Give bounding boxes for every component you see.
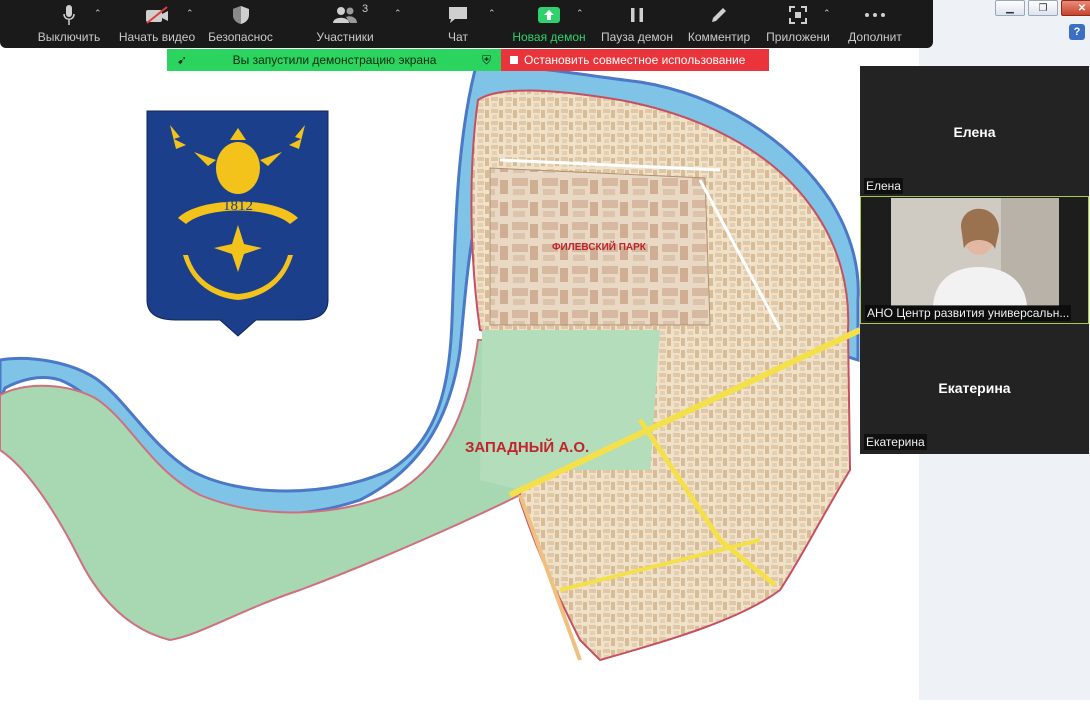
video-off-icon [145, 0, 169, 30]
security-button[interactable]: Безопаснос [207, 0, 274, 48]
sharing-status-text: Вы запустили демонстрацию экрана [232, 53, 437, 67]
start-video-label: Начать видео [118, 30, 196, 44]
shared-map: ФИЛЕВСКИЙ ПАРК ЗАПАДНЫЙ А.О. 1812 [0, 64, 862, 700]
share-screen-icon [537, 0, 561, 30]
annotate-label: Комментир [687, 30, 751, 44]
pause-share-label: Пауза демон [601, 30, 673, 44]
participant-tile-video[interactable]: АНО Центр развития универсальн... [860, 196, 1089, 324]
annotate-button[interactable]: Комментир [686, 0, 752, 48]
shield-check-icon: ⛨ [481, 52, 491, 67]
apps-label: Приложени [766, 30, 830, 44]
stop-square-icon [510, 56, 518, 64]
start-video-button[interactable]: Начать видео [118, 0, 196, 48]
question-icon: ? [1073, 26, 1081, 38]
participants-count: 3 [362, 3, 369, 15]
more-label: Дополнит [848, 30, 902, 44]
participant-name-label: АНО Центр развития универсальн... [865, 305, 1072, 321]
participants-icon [332, 0, 358, 30]
meeting-toolbar: Выключить ⌃ Начать видео ⌃ Безопаснос Уч… [0, 0, 933, 48]
shield-icon [232, 0, 250, 30]
pause-icon [629, 0, 645, 30]
apps-options-chevron-icon[interactable]: ⌃ [823, 8, 831, 19]
chat-options-chevron-icon[interactable]: ⌃ [488, 8, 496, 19]
apps-icon [788, 0, 808, 30]
participant-name-label: Елена [864, 178, 903, 194]
participant-name-label: Екатерина [864, 434, 927, 450]
microphone-icon [62, 0, 76, 30]
more-button[interactable]: Дополнит [846, 0, 904, 48]
window-controls: ▁ ❐ ✕ [995, 0, 1090, 16]
participants-options-chevron-icon[interactable]: ⌃ [394, 8, 402, 19]
district-label: ЗАПАДНЫЙ А.О. [465, 438, 589, 456]
stop-share-button[interactable]: Остановить совместное использование [501, 49, 769, 71]
help-button[interactable]: ? [1069, 24, 1085, 40]
new-share-label: Новая демон [512, 30, 586, 44]
mute-label: Выключить [37, 30, 101, 44]
pause-share-button[interactable]: Пауза демон [600, 0, 674, 48]
share-options-chevron-icon[interactable]: ⌃ [576, 8, 584, 19]
apps-button[interactable]: Приложени [764, 0, 832, 48]
chat-icon [447, 0, 469, 30]
map-canvas: ФИЛЕВСКИЙ ПАРК ЗАПАДНЫЙ А.О. 1812 [0, 64, 862, 662]
participants-label: Участники [316, 30, 374, 44]
chat-button[interactable]: Чат [442, 0, 474, 48]
participant-tile-ekaterina[interactable]: Екатерина Екатерина [860, 324, 1089, 454]
park-label: ФИЛЕВСКИЙ ПАРК [552, 240, 647, 253]
mute-options-chevron-icon[interactable]: ⌃ [94, 8, 102, 19]
participant-tile-elena[interactable]: Елена Елена [860, 66, 1089, 196]
more-icon [864, 0, 886, 30]
minimize-button[interactable]: ▁ [995, 0, 1025, 16]
mute-button[interactable]: Выключить [37, 0, 101, 48]
security-label: Безопаснос [208, 30, 273, 44]
close-button[interactable]: ✕ [1061, 0, 1090, 16]
chat-label: Чат [448, 30, 468, 44]
pencil-icon [709, 0, 729, 30]
participant-big-name: Екатерина [938, 380, 1011, 396]
maximize-button[interactable]: ❐ [1028, 0, 1058, 16]
emblem-year: 1812 [223, 198, 253, 214]
district-emblem: 1812 [146, 110, 329, 337]
sharing-status-banner: ➹ Вы запустили демонстрацию экрана ⛨ [167, 49, 501, 71]
video-options-chevron-icon[interactable]: ⌃ [186, 8, 194, 19]
stop-share-label: Остановить совместное использование [524, 53, 746, 67]
share-arrow-icon: ➹ [177, 53, 188, 67]
participant-big-name: Елена [953, 124, 996, 140]
restore-icon: ❐ [1038, 2, 1048, 14]
minimize-icon: ▁ [1006, 2, 1014, 14]
close-icon: ✕ [1077, 2, 1087, 14]
